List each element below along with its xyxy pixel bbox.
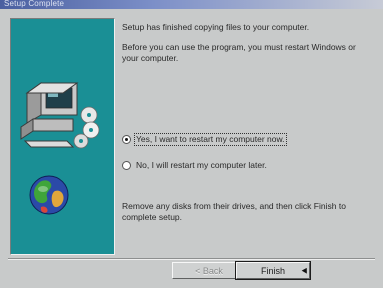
computer-icon: [20, 82, 79, 148]
restart-now-radio[interactable]: [122, 134, 131, 144]
title-bar: Setup Complete: [0, 0, 383, 9]
remove-disks-message: Remove any disks from their drives, and …: [122, 201, 346, 222]
restart-later-radio[interactable]: [122, 160, 131, 170]
restart-prompt: Before you can use the program, you must…: [122, 42, 356, 63]
finish-button-label: Finish: [260, 266, 285, 276]
copied-message: Setup has finished copying files to your…: [122, 22, 310, 32]
restart-later-label[interactable]: No, I will restart my computer later.: [135, 160, 268, 171]
window-title: Setup Complete: [4, 0, 65, 8]
cd-disc-icon: [73, 106, 100, 149]
setup-dialog: Setup has finished copying files to your…: [0, 9, 383, 288]
finish-button[interactable]: Finish: [235, 261, 311, 280]
setup-graphic-panel: [10, 18, 115, 255]
back-button[interactable]: < Back < Back: [172, 262, 246, 279]
globe-icon: [29, 175, 69, 215]
back-button-label: < Back: [195, 266, 223, 276]
restart-later-option[interactable]: No, I will restart my computer later.: [122, 159, 372, 171]
restart-now-option[interactable]: Yes, I want to restart my computer now.: [122, 132, 372, 146]
button-separator: [8, 258, 375, 260]
restart-now-label[interactable]: Yes, I want to restart my computer now.: [134, 132, 287, 146]
